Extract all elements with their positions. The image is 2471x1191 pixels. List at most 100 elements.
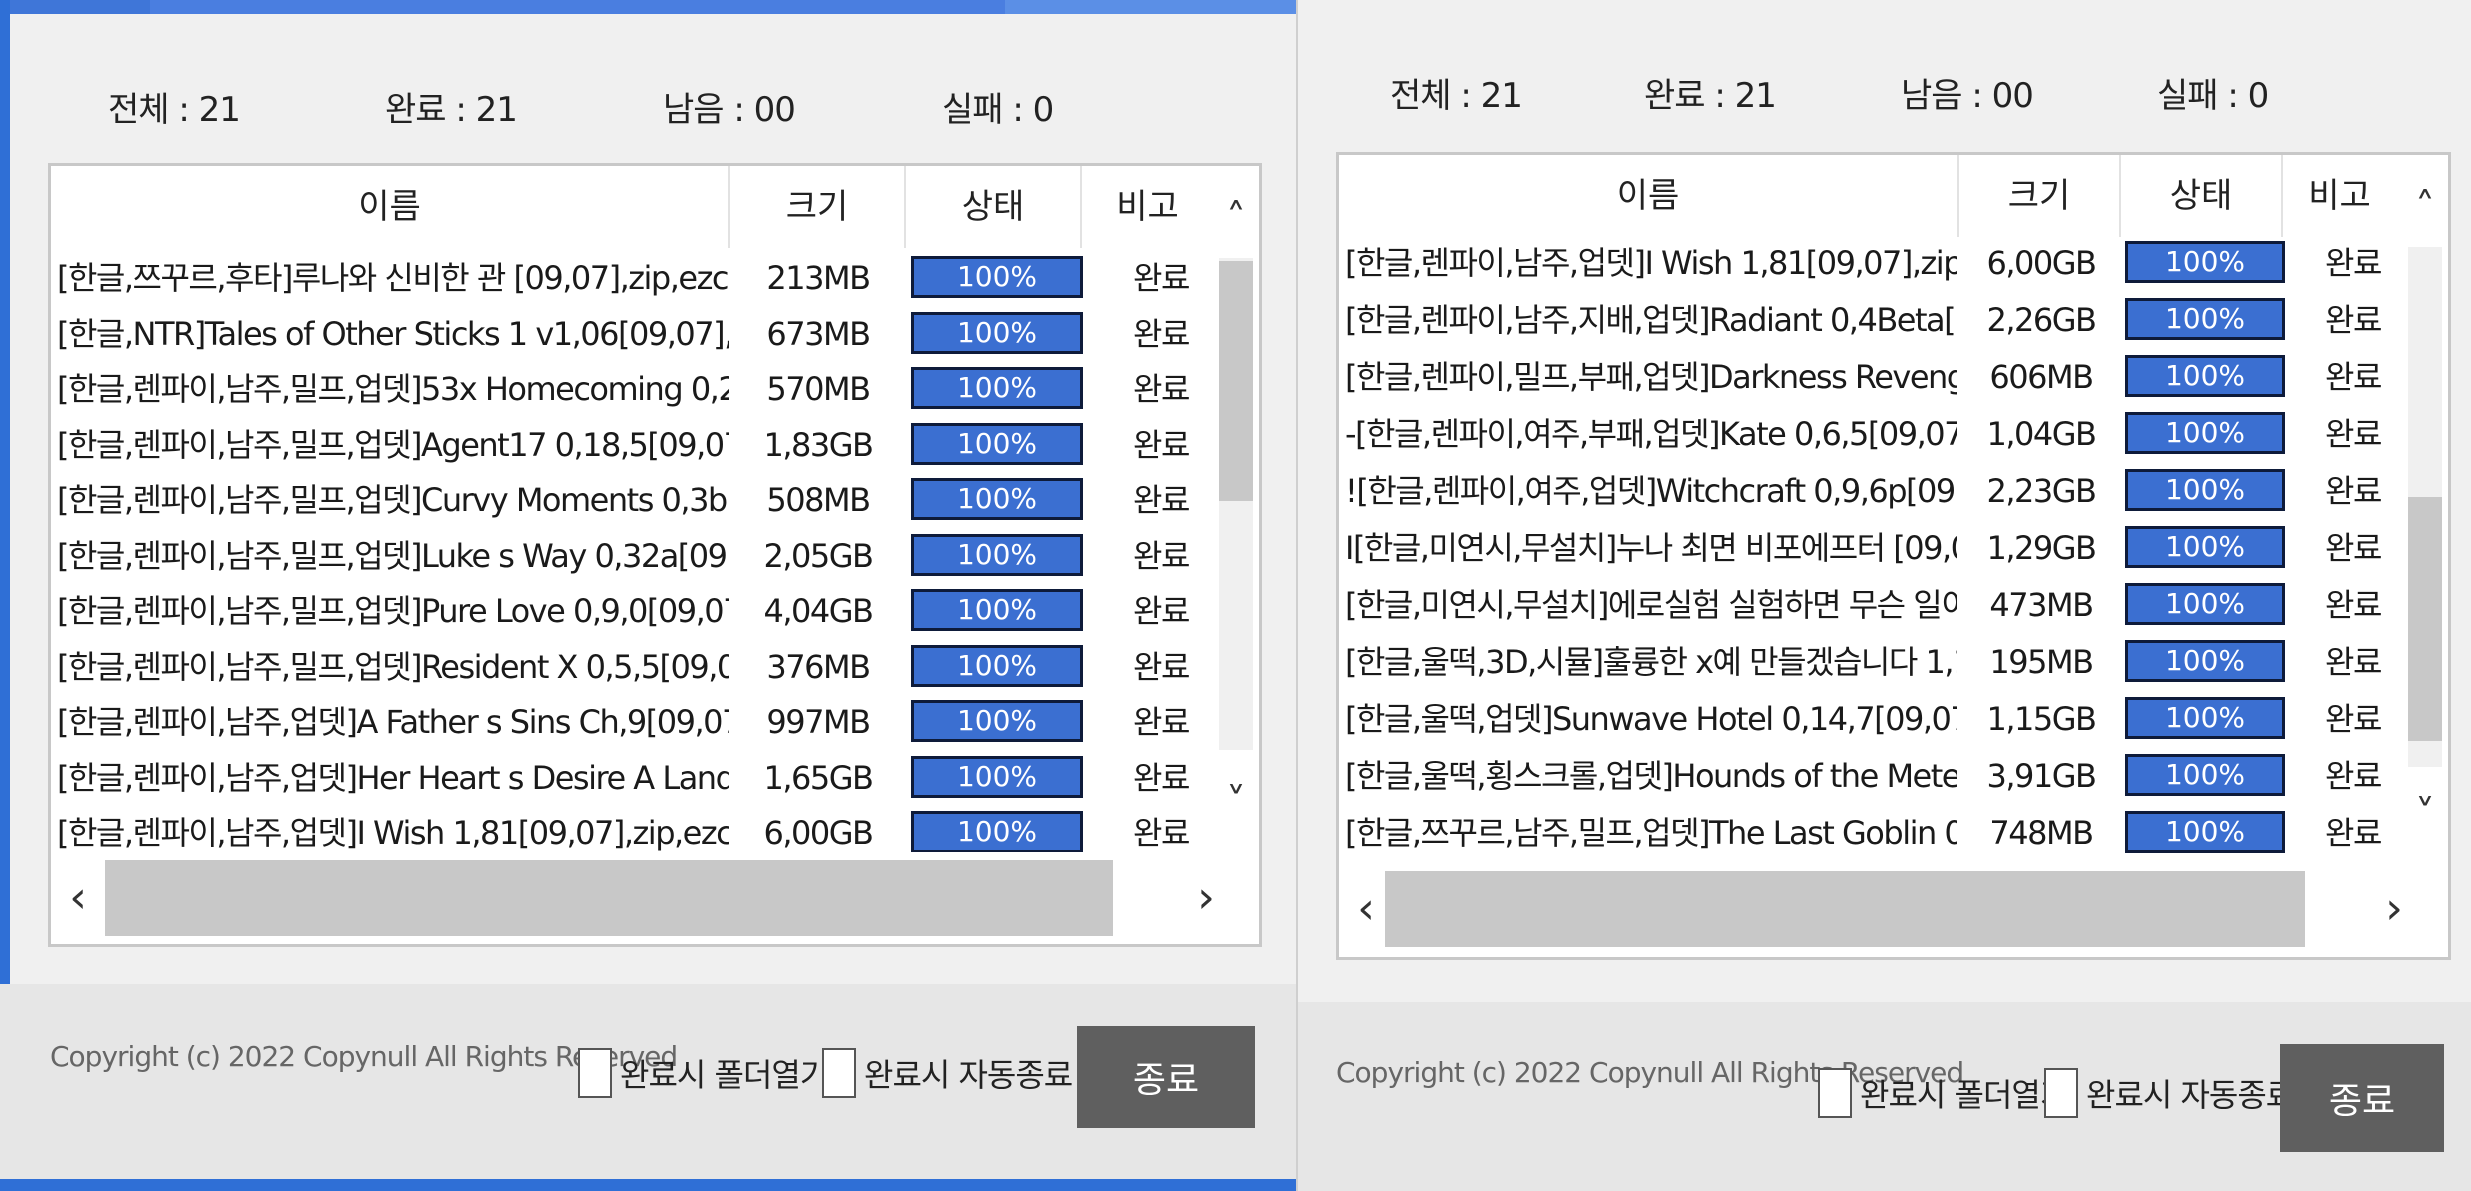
open-folder-checkbox[interactable]: 완료시 폴더열기 [1818,1068,2069,1118]
column-header-size[interactable]: 크기 [730,166,906,248]
progress-bar: 100% [911,811,1083,853]
column-header-status[interactable]: 상태 [906,166,1082,248]
horizontal-scrollbar[interactable]: ‹ › [51,852,1259,944]
file-size: 508MB [766,481,871,519]
column-header-name[interactable]: 이름 [1339,155,1959,237]
close-button[interactable]: 종료 [1077,1026,1255,1128]
status-note: 완료 [1133,592,1190,630]
column-header-name[interactable]: 이름 [51,166,730,248]
file-name: [한글,렌파이,남주,밀프,업뎃]Resident X 0,5,5[09,07]… [57,647,729,686]
open-folder-checkbox[interactable]: 완료시 폴더열기 [578,1048,829,1098]
list-item[interactable]: [한글,렌파이,밀프,부패,업뎃]Darkness Revenge 0,8,0[… [1339,349,2399,406]
download-window-left: 전체 : 21 완료 : 21 남음 : 00 실패 : 0 이름 크기 상태 … [0,0,1298,1191]
list-item[interactable]: [한글,NTR]Tales of Other Sticks 1 v1,06[09… [51,306,1213,362]
scroll-left-icon[interactable]: ‹ [1341,863,1391,955]
file-size: 2,26GB [1986,301,2098,339]
checkbox-box[interactable] [578,1048,612,1098]
file-size: 606MB [1989,358,2094,396]
status-note: 완료 [2325,700,2382,738]
scroll-right-icon[interactable]: › [2369,863,2419,955]
vertical-scrollbar[interactable]: ˄ ˅ [2402,155,2448,860]
progress-bar: 100% [2125,697,2285,739]
stat-total: 전체 : 21 [1390,76,1523,116]
progress-bar: 100% [2125,298,2285,340]
list-item[interactable]: [한글,렌파이,남주,밀프,업뎃]Agent17 0,18,5[09,07][강… [51,417,1213,473]
stat-done: 완료 : 21 [385,90,518,130]
file-size: 473MB [1989,586,2094,624]
progress-bar: 100% [2125,583,2285,625]
list-item[interactable]: [한글,렌파이,남주,지배,업뎃]Radiant 0,4Beta[09,07] … [1339,292,2399,349]
file-name: [한글,렌파이,남주,밀프,업뎃]53x Homecoming 0,2,3,1[… [57,370,729,408]
file-name: [한글,렌파이,남주,밀프,업뎃]Luke s Way 0,32a[09,07]… [57,536,729,575]
progress-bar: 100% [911,311,1083,354]
scroll-up-icon[interactable]: ˄ [1213,194,1259,244]
column-header-size[interactable]: 크기 [1959,155,2121,237]
list-header: 이름 크기 상태 비고 [51,166,1213,248]
status-note: 완료 [2325,301,2382,339]
auto-exit-checkbox[interactable]: 완료시 자동종료 [2044,1068,2295,1118]
scroll-thumb-horizontal[interactable] [105,860,1113,936]
status-note: 완료 [1133,536,1190,575]
stats-bar: 전체 : 21 완료 : 21 남음 : 00 실패 : 0 [0,82,1298,142]
checkbox-box[interactable] [822,1048,856,1098]
scroll-right-icon[interactable]: › [1181,852,1231,944]
list-item[interactable]: -[한글,렌파이,여주,부패,업뎃]Kate 0,6,5[09,07],zip,… [1339,406,2399,463]
checkbox-box[interactable] [1818,1068,1852,1118]
list-item[interactable]: [한글,울떡,업뎃]Sunwave Hotel 0,14,7[09,07],zi… [1339,691,2399,748]
list-item[interactable]: [한글,렌파이,남주,밀프,업뎃]Curvy Moments 0,3b[09,0… [51,472,1213,528]
list-item[interactable]: [한글,렌파이,남주,밀프,업뎃]53x Homecoming 0,2,3,1[… [51,361,1213,417]
file-name: [한글,쯔꾸르,후타]루나와 신비한 관 [09,07],zip,ezc [57,259,729,297]
file-size: 673MB [766,314,871,353]
column-header-status[interactable]: 상태 [2121,155,2283,237]
list-item[interactable]: [한글,쯔꾸르,후타]루나와 신비한 관 [09,07],zip,ezc 213M… [51,250,1213,306]
scroll-thumb-horizontal[interactable] [1385,871,2305,947]
list-item[interactable]: [한글,렌파이,남주,업뎃]Her Heart s Desire A Landl… [51,750,1213,806]
checkbox-label: 완료시 자동종료 [864,1056,1073,1094]
scroll-left-icon[interactable]: ‹ [53,852,103,944]
scroll-up-icon[interactable]: ˄ [2402,183,2448,233]
file-size: 1,29GB [1986,529,2098,567]
horizontal-scrollbar[interactable]: ‹ › [1339,863,2448,955]
list-item[interactable]: [한글,울떡,3D,시뮬]훌륭한 x예 만들겠습니다 1,1[09,07],zi… [1339,634,2399,691]
file-list[interactable]: 이름 크기 상태 비고 [한글,렌파이,남주,업뎃]I Wish 1,81[09… [1336,152,2451,960]
progress-bar: 100% [911,589,1083,631]
status-note: 완료 [2325,358,2382,396]
list-item[interactable]: [한글,울떡,횡스크롤,업뎃]Hounds of the Meteor 2022… [1339,748,2399,805]
status-note: 완료 [1133,314,1190,353]
column-header-note[interactable]: 비고 [2283,155,2396,237]
list-item[interactable]: ![한글,렌파이,여주,업뎃]Witchcraft 0,9,6p[09,07],… [1339,463,2399,520]
file-name: [한글,쯔꾸르,남주,밀프,업뎃]The Last Goblin 0,3[09,… [1345,814,1957,852]
file-size: 376MB [766,647,871,686]
list-item[interactable]: [한글,렌파이,남주,업뎃]I Wish 1,81[09,07],zip,ezc… [1339,235,2399,292]
status-note: 완료 [1133,425,1190,464]
progress-bar: 100% [911,700,1083,742]
close-button[interactable]: 종료 [2280,1044,2444,1152]
file-list[interactable]: 이름 크기 상태 비고 [한글,쯔꾸르,후타]루나와 신비한 관 [09,07]… [48,163,1262,947]
progress-bar: 100% [911,367,1083,409]
list-item[interactable]: [한글,렌파이,남주,밀프,업뎃]Resident X 0,5,5[09,07]… [51,639,1213,695]
list-item[interactable]: [한글,렌파이,남주,밀프,업뎃]Luke s Way 0,32a[09,07]… [51,528,1213,584]
scroll-down-icon[interactable]: ˅ [2402,790,2448,840]
status-note: 완료 [2325,472,2382,510]
vertical-scrollbar[interactable]: ˄ ˅ [1213,166,1259,848]
file-name: [한글,렌파이,밀프,부패,업뎃]Darkness Revenge 0,8,0[… [1345,358,1957,396]
stat-done: 완료 : 21 [1644,76,1777,116]
progress-bar: 100% [2125,412,2285,454]
list-item[interactable]: [한글,미연시,무설치]에로실험 실험하면 무슨 일이 있어도 에로 473MB 1… [1339,577,2399,634]
scroll-thumb[interactable] [2408,497,2442,741]
list-item[interactable]: [한글,렌파이,남주,밀프,업뎃]Pure Love 0,9,0[09,07],… [51,583,1213,639]
file-name: [한글,렌파이,남주,밀프,업뎃]Curvy Moments 0,3b[09,0… [57,481,729,519]
file-name: [한글,NTR]Tales of Other Sticks 1 v1,06[09… [57,314,729,353]
list-item[interactable]: [한글,쯔꾸르,남주,밀프,업뎃]The Last Goblin 0,3[09,… [1339,805,2399,862]
list-item[interactable]: I[한글,미연시,무설치]누나 최면 비포에프터 [09,07],zip,ezc… [1339,520,2399,577]
file-name: [한글,렌파이,남주,업뎃]Her Heart s Desire A Landl… [57,758,729,797]
auto-exit-checkbox[interactable]: 완료시 자동종료 [822,1048,1073,1098]
checkbox-box[interactable] [2044,1068,2078,1118]
scroll-down-icon[interactable]: ˅ [1213,778,1259,828]
stat-total: 전체 : 21 [108,90,241,130]
file-name: [한글,미연시,무설치]에로실험 실험하면 무슨 일이 있어도 에로 [1345,586,1957,624]
column-header-note[interactable]: 비고 [1082,166,1213,248]
scroll-thumb[interactable] [1219,261,1253,501]
file-name: ![한글,렌파이,여주,업뎃]Witchcraft 0,9,6p[09,07],… [1345,472,1957,510]
list-item[interactable]: [한글,렌파이,남주,업뎃]A Father s Sins Ch,9[09,07… [51,694,1213,750]
